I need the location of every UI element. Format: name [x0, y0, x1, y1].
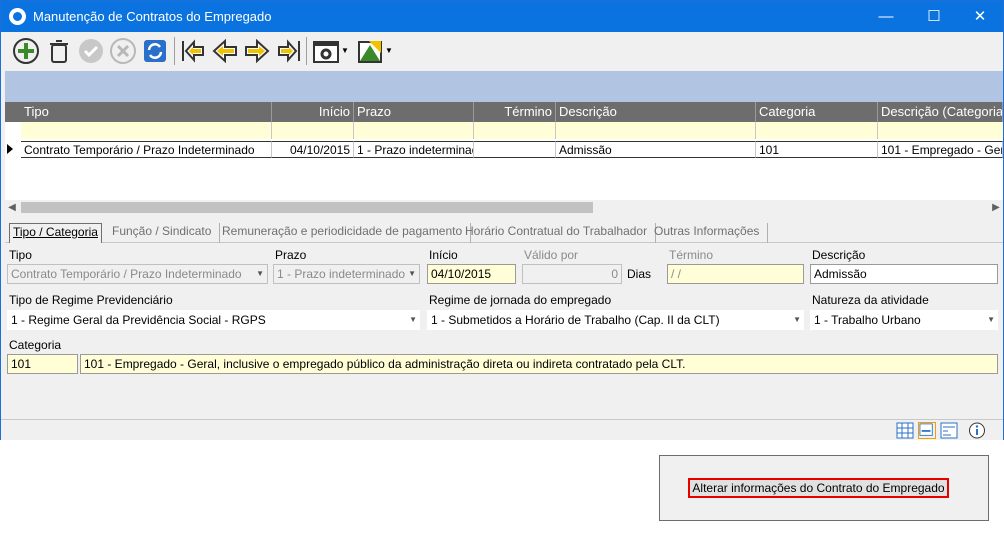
minimize-button[interactable]: — — [863, 1, 909, 32]
contracts-window: Manutenção de Contratos do Empregado — ☐… — [0, 0, 1004, 440]
export-dropdown-icon[interactable]: ▼ — [385, 36, 395, 66]
regime-jornada-label: Regime de jornada do empregado — [429, 293, 612, 307]
refresh-icon[interactable] — [140, 36, 170, 66]
contracts-grid: Tipo Início Prazo Término Descrição Cate… — [5, 102, 1003, 214]
toolbar-separator — [174, 37, 175, 65]
cell-termino[interactable] — [474, 141, 556, 158]
grid-view-icon[interactable] — [896, 422, 914, 439]
regime-previdenciario-label: Tipo de Regime Previdenciário — [9, 293, 173, 307]
tab-funcao-sindicato[interactable]: Função / Sindicato — [112, 223, 221, 243]
column-header-inicio[interactable]: Início — [272, 102, 354, 122]
valido-por-field: 0 — [522, 264, 622, 284]
window-title: Manutenção de Contratos do Empregado — [33, 9, 272, 24]
tab-remuneracao[interactable]: Remuneração e periodicidade de pagamento — [222, 223, 472, 243]
settings-icon[interactable] — [311, 36, 341, 66]
descricao-field[interactable]: Admissão — [810, 264, 998, 284]
maximize-button[interactable]: ☐ — [911, 1, 957, 32]
tipo-label: Tipo — [9, 248, 32, 262]
settings-dropdown-icon[interactable]: ▼ — [341, 36, 351, 66]
cell-categoria[interactable]: 101 — [756, 141, 878, 158]
filter-cell[interactable] — [354, 122, 474, 139]
last-record-icon[interactable] — [274, 36, 304, 66]
prazo-select-value: 1 - Prazo indeterminado — [277, 267, 406, 281]
cell-tipo[interactable]: Contrato Temporário / Prazo Indeterminad… — [21, 141, 272, 158]
tipo-select-value: Contrato Temporário / Prazo Indeterminad… — [11, 267, 242, 281]
grid-header: Tipo Início Prazo Término Descrição Cate… — [5, 102, 1003, 122]
cell-descricao[interactable]: Admissão — [556, 141, 756, 158]
descricao-label: Descrição — [812, 248, 866, 262]
regime-previdenciario-value: 1 - Regime Geral da Previdência Social -… — [11, 313, 266, 327]
column-header-termino[interactable]: Término — [474, 102, 556, 122]
cell-prazo[interactable]: 1 - Prazo indeterminado — [354, 141, 474, 158]
detail-view-icon[interactable] — [940, 422, 958, 439]
scroll-left-icon[interactable]: ◀ — [5, 200, 19, 215]
export-icon[interactable] — [355, 36, 385, 66]
tab-horario-contratual[interactable]: Horário Contratual do Trabalhador — [465, 223, 657, 243]
chevron-down-icon: ▼ — [409, 315, 417, 324]
change-contract-button[interactable]: Alterar informações do Contrato do Empre… — [688, 478, 949, 498]
termino-date-field[interactable]: / / — [667, 264, 804, 284]
filter-cell[interactable] — [556, 122, 756, 139]
horizontal-scrollbar[interactable]: ◀ ▶ — [5, 200, 1003, 215]
title-bar: Manutenção de Contratos do Empregado — ☐… — [1, 1, 1003, 32]
categoria-label: Categoria — [9, 338, 62, 352]
chevron-down-icon: ▼ — [256, 269, 264, 278]
regime-jornada-value: 1 - Submetidos a Horário de Trabalho (Ca… — [431, 313, 720, 327]
chevron-down-icon: ▼ — [793, 315, 801, 324]
column-header-descricao[interactable]: Descrição — [556, 102, 756, 122]
dias-label: Dias — [627, 267, 652, 281]
prazo-label: Prazo — [275, 248, 307, 262]
cell-inicio[interactable]: 04/10/2015 — [272, 141, 354, 158]
cell-descricao-categoria[interactable]: 101 - Empregado - Geral, i — [878, 141, 1003, 158]
filter-cell[interactable] — [878, 122, 1003, 139]
close-button[interactable]: ✕ — [957, 1, 1003, 32]
next-record-icon[interactable] — [242, 36, 272, 66]
status-bar — [1, 419, 1003, 440]
group-by-band[interactable] — [5, 71, 1003, 102]
chevron-down-icon: ▼ — [987, 315, 995, 324]
action-panel: Alterar informações do Contrato do Empre… — [659, 455, 989, 521]
categoria-code-field[interactable]: 101 — [7, 354, 78, 374]
row-indicator-icon — [7, 144, 13, 154]
add-icon[interactable] — [11, 36, 41, 66]
filter-cell[interactable] — [756, 122, 878, 139]
first-record-icon[interactable] — [178, 36, 208, 66]
natureza-atividade-value: 1 - Trabalho Urbano — [814, 313, 921, 327]
column-header-categoria[interactable]: Categoria — [756, 102, 878, 122]
previous-record-icon[interactable] — [210, 36, 240, 66]
tab-strip: Tipo / Categoria Função / Sindicato Remu… — [5, 219, 1003, 243]
regime-jornada-select[interactable]: 1 - Submetidos a Horário de Trabalho (Ca… — [427, 310, 804, 330]
filter-cell[interactable] — [21, 122, 272, 139]
delete-icon[interactable] — [44, 36, 74, 66]
column-header-prazo[interactable]: Prazo — [354, 102, 474, 122]
natureza-atividade-select[interactable]: 1 - Trabalho Urbano ▼ — [810, 310, 998, 330]
table-row[interactable]: Contrato Temporário / Prazo Indeterminad… — [5, 140, 1003, 158]
valido-por-label: Válido por — [524, 248, 579, 262]
column-header-tipo[interactable]: Tipo — [21, 102, 272, 122]
natureza-atividade-label: Natureza da atividade — [812, 293, 929, 307]
info-icon[interactable] — [968, 422, 986, 439]
cancel-icon — [108, 36, 138, 66]
form-view-icon[interactable] — [918, 422, 936, 439]
tab-outras-informacoes[interactable]: Outras Informações — [654, 223, 769, 243]
inicio-date-field[interactable]: 04/10/2015 — [427, 264, 516, 284]
prazo-select: 1 - Prazo indeterminado ▼ — [273, 264, 420, 284]
categoria-description-field[interactable]: 101 - Empregado - Geral, inclusive o emp… — [80, 354, 998, 374]
inicio-label: Início — [429, 248, 458, 262]
termino-label: Término — [669, 248, 714, 262]
toolbar-separator — [306, 37, 307, 65]
scroll-right-icon[interactable]: ▶ — [989, 200, 1003, 215]
filter-cell[interactable] — [474, 122, 556, 139]
filter-cell[interactable] — [272, 122, 354, 139]
confirm-icon — [76, 36, 106, 66]
chevron-down-icon: ▼ — [408, 269, 416, 278]
scrollbar-thumb[interactable] — [21, 202, 593, 213]
regime-previdenciario-select[interactable]: 1 - Regime Geral da Previdência Social -… — [7, 310, 420, 330]
column-header-descricao-categoria[interactable]: Descrição (Categoria) — [878, 102, 1003, 122]
grid-filter-row[interactable] — [21, 122, 1003, 139]
toolbar: ▼ ▼ — [1, 32, 1003, 70]
tab-tipo-categoria[interactable]: Tipo / Categoria — [9, 223, 102, 243]
app-icon — [9, 8, 26, 25]
tipo-select: Contrato Temporário / Prazo Indeterminad… — [7, 264, 268, 284]
